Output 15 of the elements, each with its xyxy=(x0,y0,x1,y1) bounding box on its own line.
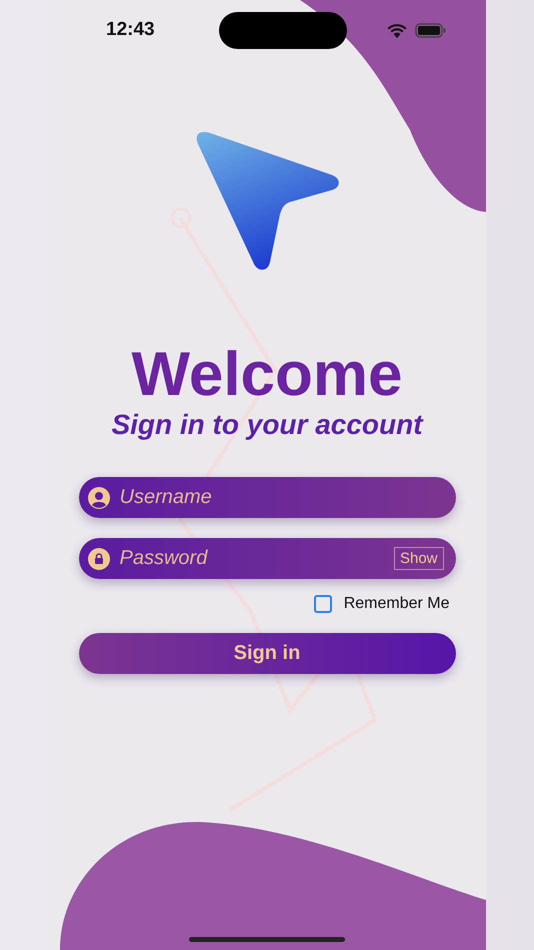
username-field[interactable]: Username xyxy=(78,477,456,518)
remember-checkbox[interactable] xyxy=(314,595,332,613)
welcome-title: Welcome xyxy=(131,343,403,407)
username-input[interactable]: Username xyxy=(118,485,444,510)
lock-icon xyxy=(88,548,110,570)
sign-in-button[interactable]: Sign in xyxy=(78,633,456,674)
show-password-button[interactable]: Show xyxy=(394,547,444,570)
battery-icon xyxy=(414,22,446,38)
status-time: 12:43 xyxy=(106,19,155,41)
password-field[interactable]: Password Show xyxy=(78,538,456,579)
password-input[interactable]: Password xyxy=(118,546,386,571)
subtitle: Sign in to your account xyxy=(111,409,423,441)
remember-label: Remember Me xyxy=(344,595,450,613)
wifi-icon xyxy=(386,22,407,38)
user-icon xyxy=(88,486,110,508)
